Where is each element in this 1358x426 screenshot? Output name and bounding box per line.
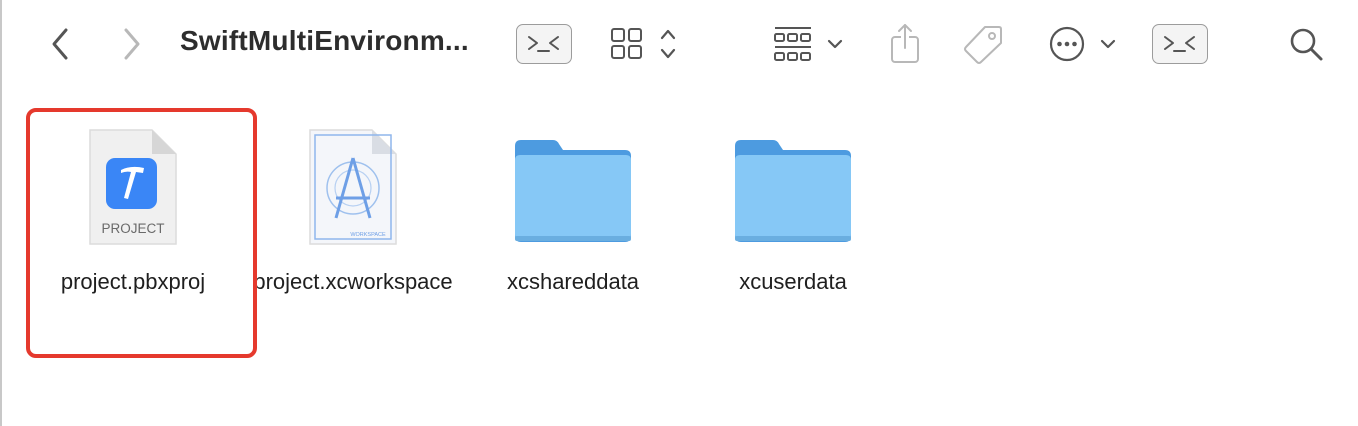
tag-icon bbox=[964, 26, 1002, 64]
back-button[interactable] bbox=[42, 24, 78, 64]
finder-window: SwiftMultiEnvironm... PROJECT project.pb… bbox=[0, 0, 1358, 426]
group-by-icon bbox=[774, 27, 843, 61]
terminal-button-2[interactable] bbox=[1152, 24, 1208, 64]
group-button[interactable] bbox=[772, 22, 848, 66]
icon-grid-view-icon bbox=[611, 28, 676, 59]
workspace-badge-text: WORKSPACE bbox=[350, 232, 386, 238]
view-mode-button[interactable] bbox=[608, 24, 682, 64]
forward-button[interactable] bbox=[114, 24, 150, 64]
search-button[interactable] bbox=[1286, 24, 1326, 64]
share-button[interactable] bbox=[886, 20, 924, 66]
toolbar: SwiftMultiEnvironm... bbox=[2, 0, 1358, 88]
share-icon bbox=[891, 24, 919, 63]
chevron-left-icon bbox=[52, 28, 68, 60]
folder-name: xcuserdata bbox=[739, 269, 847, 294]
folder-item-xcshareddata[interactable]: xcshareddata bbox=[463, 128, 683, 298]
file-item-xcworkspace[interactable]: WORKSPACE project.xcworkspace bbox=[243, 128, 463, 298]
terminal-icon bbox=[1164, 36, 1195, 52]
search-icon bbox=[1290, 28, 1323, 61]
tag-button[interactable] bbox=[960, 22, 1006, 66]
folder-icon bbox=[735, 140, 851, 242]
folder-name: xcshareddata bbox=[506, 269, 640, 294]
folder-item-xcuserdata[interactable]: xcuserdata bbox=[683, 128, 903, 298]
xcode-workspace-file-icon: WORKSPACE bbox=[309, 129, 397, 245]
more-actions-button[interactable] bbox=[1046, 22, 1120, 66]
selection-highlight-box bbox=[26, 108, 257, 358]
terminal-icon bbox=[528, 36, 559, 52]
file-name: project.xcworkspace bbox=[253, 269, 453, 294]
terminal-button[interactable] bbox=[516, 24, 572, 64]
ellipsis-circle-icon bbox=[1049, 26, 1116, 62]
chevron-right-icon bbox=[124, 28, 140, 60]
folder-icon bbox=[515, 140, 631, 242]
window-title: SwiftMultiEnvironm... bbox=[180, 25, 469, 56]
